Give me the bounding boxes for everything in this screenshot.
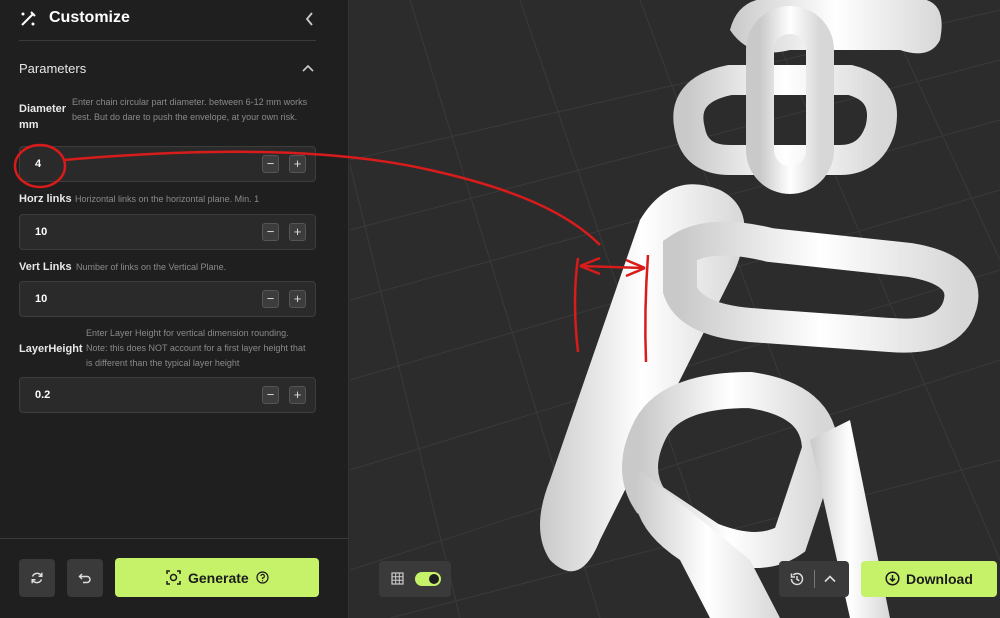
horz-links-value[interactable]: 10 [35, 226, 47, 238]
divider [0, 538, 349, 539]
grid-toggle-group [379, 561, 451, 597]
separator [814, 570, 815, 588]
horz-links-increment-button[interactable]: + [289, 223, 306, 241]
customize-panel: Customize Parameters Diameter mm Enter c… [0, 0, 349, 618]
vert-links-increment-button[interactable]: + [289, 290, 306, 308]
param-label-diameter: Diameter mm [19, 103, 67, 131]
param-desc-vert-links: Number of links on the Vertical Plane. [76, 262, 227, 272]
diameter-field[interactable]: 4 − + [19, 146, 316, 182]
undo-button[interactable] [67, 559, 103, 597]
vert-links-field[interactable]: 10 − + [19, 281, 316, 317]
horz-links-decrement-button[interactable]: − [262, 223, 279, 241]
param-label-vert-links: Vert Links [19, 261, 72, 273]
layer-height-decrement-button[interactable]: − [262, 386, 279, 404]
reset-button[interactable] [19, 559, 55, 597]
generate-label: Generate [188, 570, 249, 586]
section-title[interactable]: Parameters [19, 61, 86, 76]
divider [19, 40, 316, 41]
param-desc-layer-height: Enter Layer Height for vertical dimensio… [86, 328, 306, 368]
generate-button[interactable]: Generate [115, 558, 319, 597]
layer-height-value[interactable]: 0.2 [35, 389, 50, 401]
help-icon[interactable] [256, 571, 269, 584]
param-label-layer-height: LayerHeight [19, 343, 83, 355]
grid-toggle-switch[interactable] [415, 572, 441, 586]
param-label-horz-links: Horz links [19, 193, 72, 205]
chevron-up-icon[interactable] [823, 572, 837, 586]
history-controls [779, 561, 849, 597]
history-icon[interactable] [789, 571, 805, 587]
undo-icon [78, 573, 91, 584]
diameter-increment-button[interactable]: + [289, 155, 306, 173]
panel-title: Customize [49, 9, 130, 26]
download-label: Download [906, 571, 973, 587]
refresh-icon [31, 572, 43, 584]
vert-links-decrement-button[interactable]: − [262, 290, 279, 308]
3d-viewport[interactable] [350, 0, 1000, 618]
diameter-decrement-button[interactable]: − [262, 155, 279, 173]
download-icon [885, 571, 900, 586]
chevron-up-icon[interactable] [300, 60, 316, 76]
grid-icon [391, 572, 404, 585]
param-desc-diameter: Enter chain circular part diameter. betw… [72, 97, 308, 122]
chevron-left-icon[interactable] [302, 10, 318, 28]
toggle-knob [429, 574, 439, 584]
horz-links-field[interactable]: 10 − + [19, 214, 316, 250]
vert-links-value[interactable]: 10 [35, 293, 47, 305]
chain-model-render[interactable] [350, 0, 1000, 618]
download-button[interactable]: Download [861, 561, 997, 597]
layer-height-field[interactable]: 0.2 − + [19, 377, 316, 413]
customize-icon [21, 11, 36, 26]
generate-icon [166, 570, 181, 585]
diameter-value[interactable]: 4 [35, 158, 41, 170]
param-desc-horz-links: Horizontal links on the horizontal plane… [75, 194, 260, 204]
panel-header: Customize [0, 0, 349, 40]
layer-height-increment-button[interactable]: + [289, 386, 306, 404]
